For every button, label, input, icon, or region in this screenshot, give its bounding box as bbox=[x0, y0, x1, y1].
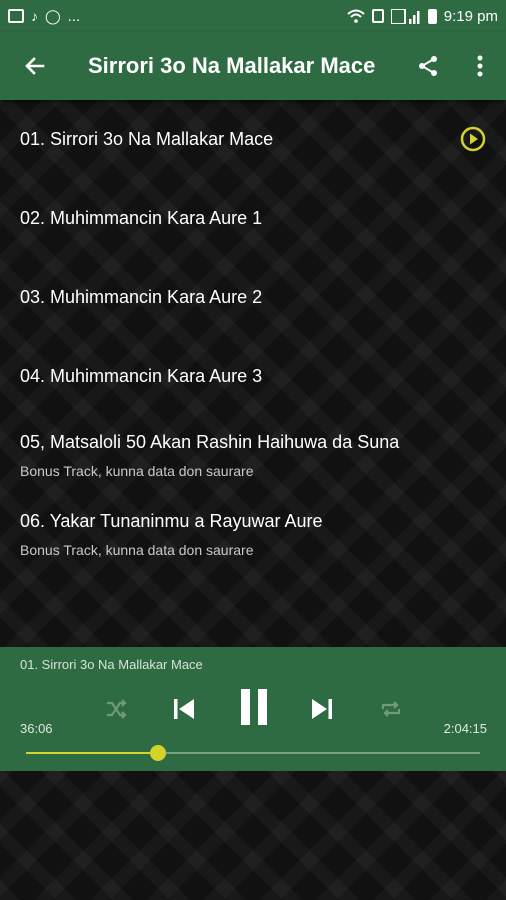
more-options-button[interactable] bbox=[458, 44, 502, 88]
elapsed-time: 36:06 bbox=[20, 721, 53, 736]
skip-next-icon bbox=[312, 699, 332, 719]
play-circle-icon[interactable] bbox=[460, 126, 486, 152]
track-title: 02. Muhimmancin Kara Aure 1 bbox=[20, 208, 263, 228]
track-title: 04. Muhimmancin Kara Aure 3 bbox=[20, 366, 263, 386]
pause-icon bbox=[241, 689, 267, 725]
list-item[interactable]: 05, Matsaloli 50 Akan Rashin Haihuwa da … bbox=[0, 416, 506, 495]
list-item[interactable]: 04. Muhimmancin Kara Aure 3 bbox=[0, 337, 506, 416]
list-item[interactable]: 02. Muhimmancin Kara Aure 1 bbox=[0, 179, 506, 258]
track-title: 05, Matsaloli 50 Akan Rashin Haihuwa da … bbox=[20, 432, 400, 452]
shuffle-button[interactable] bbox=[98, 691, 134, 727]
app-bar: Sirrori 3o Na Mallakar Mace bbox=[0, 32, 506, 100]
share-button[interactable] bbox=[406, 44, 450, 88]
status-bar: ♪ ◯ ... 9:19 pm bbox=[0, 0, 506, 32]
shuffle-icon bbox=[107, 699, 127, 719]
track-title: 01. Sirrori 3o Na Mallakar Mace bbox=[20, 129, 274, 149]
more-vertical-icon bbox=[477, 55, 483, 77]
list-item[interactable]: 06. Yakar Tunaninmu a Rayuwar Aure Bonus… bbox=[0, 495, 506, 574]
total-duration: 2:04:15 bbox=[443, 721, 487, 736]
track-title: 03. Muhimmancin Kara Aure 2 bbox=[20, 287, 263, 307]
list-item[interactable]: 03. Muhimmancin Kara Aure 2 bbox=[0, 258, 506, 337]
now-playing-title: 01. Sirrori 3o Na Mallakar Mace bbox=[20, 657, 203, 672]
seek-bar[interactable] bbox=[26, 745, 480, 761]
repeat-button[interactable] bbox=[373, 691, 409, 727]
image-icon bbox=[8, 9, 24, 23]
skip-previous-icon bbox=[174, 699, 194, 719]
status-time: 9:19 pm bbox=[443, 7, 498, 25]
pause-button[interactable] bbox=[232, 685, 276, 729]
page-title: Sirrori 3o Na Mallakar Mace bbox=[88, 53, 376, 78]
track-list: 01. Sirrori 3o Na Mallakar Mace 02. Muhi… bbox=[0, 100, 506, 574]
seek-progress bbox=[26, 752, 158, 754]
whatsapp-icon: ◯ bbox=[45, 8, 61, 24]
back-button[interactable] bbox=[0, 32, 70, 100]
list-item[interactable]: 01. Sirrori 3o Na Mallakar Mace bbox=[0, 100, 506, 179]
status-right: 9:19 pm bbox=[347, 8, 498, 25]
music-note-icon: ♪ bbox=[31, 8, 38, 24]
track-subtitle: Bonus Track, kunna data don saurare bbox=[20, 463, 254, 479]
signal-icon bbox=[390, 8, 420, 24]
status-overflow: ... bbox=[67, 7, 81, 25]
arrow-left-icon bbox=[25, 57, 45, 75]
wifi-icon bbox=[347, 9, 365, 23]
player-panel: 01. Sirrori 3o Na Mallakar Mace 36:06 2:… bbox=[0, 647, 506, 771]
share-icon bbox=[419, 56, 437, 76]
track-title: 06. Yakar Tunaninmu a Rayuwar Aure bbox=[20, 511, 323, 531]
sim-icon bbox=[371, 9, 384, 23]
track-subtitle: Bonus Track, kunna data don saurare bbox=[20, 542, 254, 558]
next-button[interactable] bbox=[304, 691, 340, 727]
previous-button[interactable] bbox=[166, 691, 202, 727]
battery-icon bbox=[427, 8, 437, 24]
repeat-icon bbox=[381, 701, 401, 717]
status-left: ♪ ◯ ... bbox=[8, 8, 80, 25]
seek-thumb[interactable] bbox=[149, 745, 166, 761]
